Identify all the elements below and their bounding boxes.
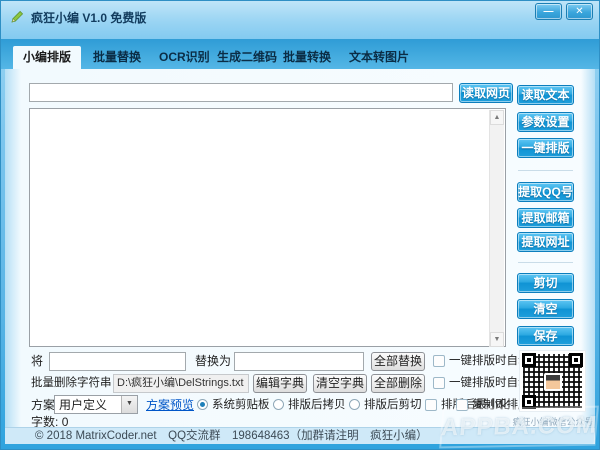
qr-finder-icon: [522, 353, 536, 367]
scheme-select-value: 用户定义: [59, 397, 107, 413]
clear-button[interactable]: 清空: [517, 299, 574, 319]
extract-email-button[interactable]: 提取邮箱: [517, 208, 574, 228]
batch-delete-label: 批量删除字符串: [31, 374, 112, 393]
read-text-button[interactable]: 读取文本: [517, 85, 574, 105]
tab-batch-convert[interactable]: 批量转换: [273, 46, 341, 69]
qr-finder-icon: [522, 395, 536, 409]
delete-all-button[interactable]: 全部删除: [371, 374, 425, 393]
status-bar: © 2018 MatrixCoder.net QQ交流群 198648463（加…: [5, 427, 595, 444]
auto-replace-checkbox[interactable]: [433, 355, 445, 367]
replace-to-input[interactable]: [234, 352, 364, 371]
status-text: © 2018 MatrixCoder.net QQ交流群 198648463（加…: [35, 430, 428, 442]
app-window: 疯狂小编 V1.0 免费版 — ✕ 小编排版 批量替换 OCR识别 生成二维码 …: [0, 0, 600, 450]
side-separator: [518, 262, 573, 263]
clear-dict-button[interactable]: 清空字典: [313, 374, 367, 393]
scroll-down-icon[interactable]: ▼: [490, 332, 504, 347]
wechat-qr-code: [519, 350, 586, 412]
radio-cut-after[interactable]: [349, 399, 360, 410]
side-separator: [518, 170, 573, 171]
tab-batch-replace[interactable]: 批量替换: [83, 46, 151, 69]
extract-url-button[interactable]: 提取网址: [517, 232, 574, 252]
tab-bar: 小编排版 批量替换 OCR识别 生成二维码 批量转换 文本转图片: [1, 39, 600, 69]
radio-system-clipboard[interactable]: [197, 399, 208, 410]
replace-from-label: 将: [31, 352, 43, 371]
settings-button[interactable]: 参数设置: [517, 112, 574, 132]
tab-typeset[interactable]: 小编排版: [13, 46, 81, 69]
pencil-icon: [10, 9, 25, 24]
scroll-up-icon[interactable]: ▲: [490, 110, 504, 125]
titlebar[interactable]: 疯狂小编 V1.0 免费版 — ✕: [1, 1, 600, 39]
edit-dict-button[interactable]: 编辑字典: [253, 374, 307, 393]
radio-copy-after[interactable]: [273, 399, 284, 410]
replace-all-button[interactable]: 全部替换: [371, 352, 425, 371]
replace-to-label: 替换为: [195, 352, 231, 371]
auto-delete-checkbox[interactable]: [433, 377, 445, 389]
radio-system-clipboard-label[interactable]: 系统剪贴板: [212, 396, 270, 415]
read-webpage-button[interactable]: 读取网页: [459, 83, 513, 103]
close-button[interactable]: ✕: [566, 3, 593, 20]
copy-is-typeset-checkbox[interactable]: [456, 399, 468, 411]
window-title: 疯狂小编 V1.0 免费版: [31, 9, 146, 26]
minimize-after-checkbox[interactable]: [425, 399, 437, 411]
cut-button[interactable]: 剪切: [517, 273, 574, 293]
tab-text-to-image[interactable]: 文本转图片: [339, 46, 419, 69]
scheme-preview-link[interactable]: 方案预览: [146, 396, 194, 415]
one-key-typeset-button[interactable]: 一键排版: [517, 138, 574, 158]
scheme-select[interactable]: 用户定义 ▼: [54, 395, 138, 414]
radio-cut-after-label[interactable]: 排版后剪切: [364, 396, 422, 415]
extract-qq-button[interactable]: 提取QQ号: [517, 182, 574, 202]
minimize-button[interactable]: —: [535, 3, 562, 20]
editor-scrollbar[interactable]: ▲ ▼: [489, 110, 504, 347]
save-button[interactable]: 保存: [517, 326, 574, 346]
replace-from-input[interactable]: [49, 352, 186, 371]
delete-dict-path: D:\疯狂小编\DelStrings.txt: [113, 374, 249, 393]
radio-copy-after-label[interactable]: 排版后拷贝: [288, 396, 346, 415]
url-input[interactable]: [29, 83, 453, 102]
chevron-down-icon: ▼: [121, 396, 137, 413]
avatar: [544, 373, 562, 391]
main-text-area[interactable]: ▲ ▼: [29, 108, 506, 347]
qr-finder-icon: [569, 353, 583, 367]
